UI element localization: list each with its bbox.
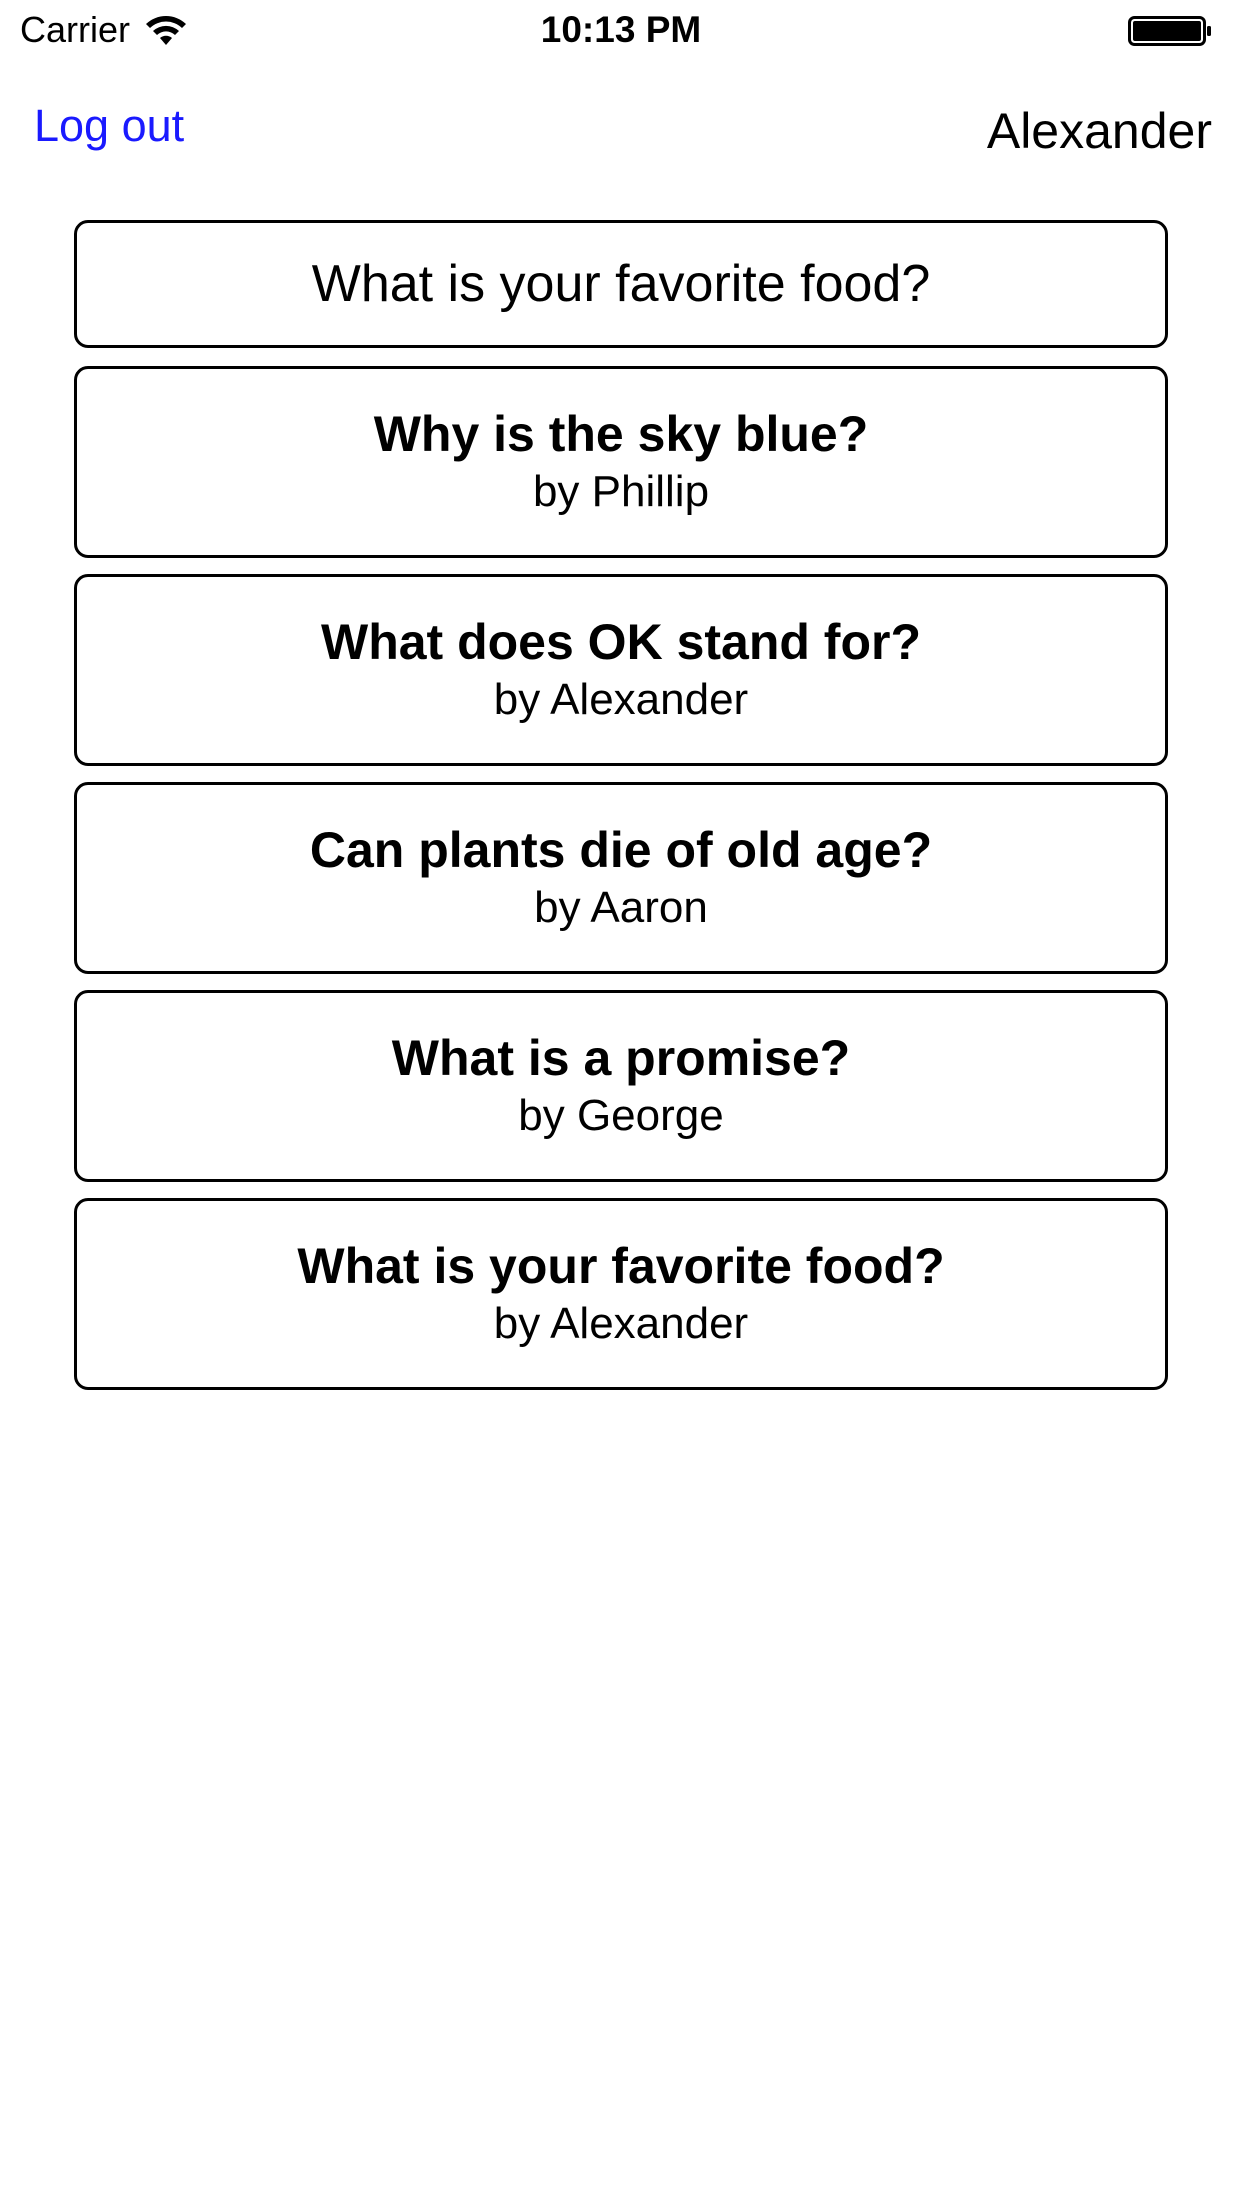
question-author: by Aaron bbox=[534, 883, 708, 932]
question-title: What is your favorite food? bbox=[297, 1238, 945, 1294]
question-card[interactable]: Can plants die of old age? by Aaron bbox=[74, 782, 1168, 974]
question-title: Can plants die of old age? bbox=[309, 822, 933, 878]
status-bar: Carrier 10:13 PM bbox=[0, 0, 1242, 60]
username-label: Alexander bbox=[986, 103, 1212, 159]
question-title: What does OK stand for? bbox=[321, 614, 921, 670]
question-author: by George bbox=[518, 1091, 724, 1140]
new-question-input[interactable]: What is your favorite food? bbox=[74, 220, 1168, 348]
question-author: by Alexander bbox=[493, 1299, 749, 1348]
question-card[interactable]: Why is the sky blue? by Phillip bbox=[74, 366, 1168, 558]
battery-icon bbox=[1128, 16, 1211, 46]
question-card[interactable]: What is your favorite food? by Alexander bbox=[74, 1198, 1168, 1390]
question-title: What is a promise? bbox=[391, 1030, 851, 1086]
question-card[interactable]: What is a promise? by George bbox=[74, 990, 1168, 1182]
question-title: Why is the sky blue? bbox=[373, 406, 869, 462]
question-author: by Phillip bbox=[532, 467, 710, 516]
question-list: Why is the sky blue? by Phillip What doe… bbox=[74, 366, 1168, 1406]
question-card[interactable]: What does OK stand for? by Alexander bbox=[74, 574, 1168, 766]
logout-button[interactable]: Log out bbox=[34, 98, 184, 154]
status-time: 10:13 PM bbox=[540, 9, 702, 50]
question-author: by Alexander bbox=[493, 675, 749, 724]
